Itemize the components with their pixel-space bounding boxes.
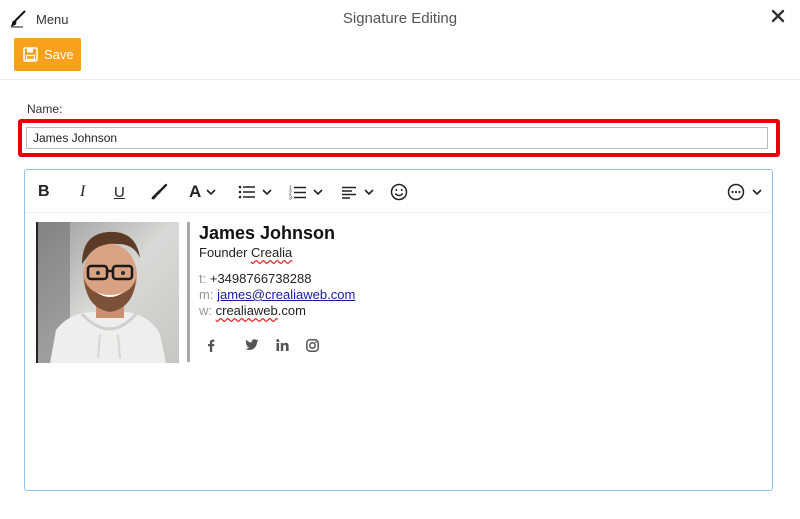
signature-name: James Johnson xyxy=(199,223,336,243)
signature-divider xyxy=(187,222,190,362)
signature-info: James Johnson Founder Crealia t: +349876… xyxy=(199,222,599,353)
chevron-down-icon xyxy=(313,189,323,196)
chevron-down-icon xyxy=(262,189,272,196)
save-label: Save xyxy=(44,47,74,62)
signature-role: Founder Crealia xyxy=(199,244,599,262)
numbered-list-button[interactable]: 1 2 3 xyxy=(289,182,323,202)
floppy-disk-icon xyxy=(23,47,38,62)
close-icon[interactable] xyxy=(769,7,787,25)
underline-button[interactable]: U xyxy=(114,182,125,202)
name-label: Name: xyxy=(27,102,63,116)
action-toolbar: Save xyxy=(0,38,800,80)
save-button[interactable]: Save xyxy=(14,38,81,71)
window-header: Menu Signature Editing xyxy=(0,0,800,38)
format-painter-button[interactable] xyxy=(150,182,168,202)
font-color-button[interactable]: A xyxy=(189,182,216,202)
phone-label: t: xyxy=(199,271,207,286)
web-label: w: xyxy=(199,303,212,318)
web-link[interactable]: crealiaweb.com xyxy=(216,303,306,318)
chevron-down-icon xyxy=(206,189,216,196)
bullet-list-icon xyxy=(238,185,255,199)
more-options-button[interactable] xyxy=(727,182,762,202)
web-tld: .com xyxy=(277,303,306,318)
italic-button[interactable]: I xyxy=(80,182,85,202)
instagram-icon[interactable] xyxy=(297,337,327,353)
bullet-list-button[interactable] xyxy=(238,182,272,202)
email-link[interactable]: james@crealiaweb.com xyxy=(217,287,355,302)
align-button[interactable] xyxy=(341,182,374,202)
bold-button[interactable]: B xyxy=(38,182,50,202)
name-input[interactable] xyxy=(26,127,768,149)
numbered-list-icon: 1 2 3 xyxy=(289,185,306,200)
svg-text:3: 3 xyxy=(289,195,292,200)
chevron-down-icon xyxy=(364,189,374,196)
social-icons xyxy=(199,337,599,353)
signature-editor[interactable]: B I U A 1 2 3 James Johnson Founder Crea… xyxy=(24,169,773,491)
company-name: Crealia xyxy=(251,245,293,260)
paint-brush-icon xyxy=(151,183,168,200)
page-title: Signature Editing xyxy=(342,10,458,27)
twitter-icon[interactable] xyxy=(237,337,267,353)
emoji-button[interactable] xyxy=(390,182,408,202)
name-field-highlight xyxy=(18,119,780,157)
web-line: w: crealiaweb.com xyxy=(199,303,599,319)
more-horizontal-icon xyxy=(727,183,745,201)
align-left-icon xyxy=(342,186,356,199)
phone-line: t: +3498766738288 xyxy=(199,271,599,287)
phone-value: +3498766738288 xyxy=(209,271,312,286)
profile-photo xyxy=(36,222,181,363)
chevron-down-icon xyxy=(752,189,762,196)
email-line: m: james@crealiaweb.com xyxy=(199,287,599,303)
email-label: m: xyxy=(199,287,214,302)
linkedin-icon[interactable] xyxy=(267,337,297,353)
web-domain: crealiaweb xyxy=(215,303,278,318)
facebook-icon[interactable] xyxy=(199,337,237,353)
smiley-icon xyxy=(390,183,408,201)
font-color-label: A xyxy=(189,182,202,201)
editor-toolbar: B I U A 1 2 3 xyxy=(25,170,772,213)
role-text: Founder xyxy=(199,245,248,260)
